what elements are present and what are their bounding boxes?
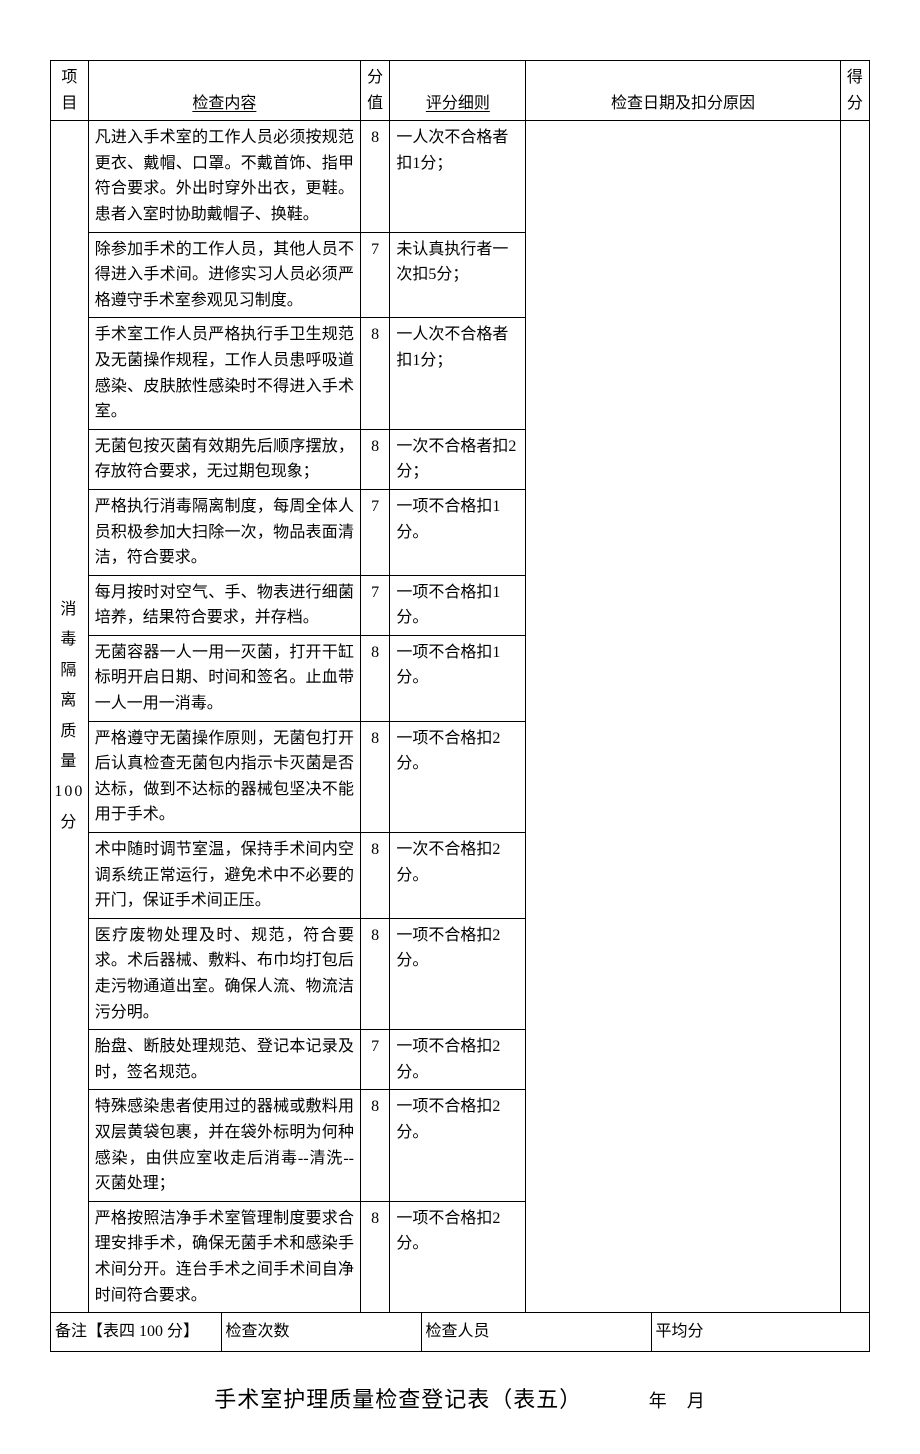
content-cell: 除参加手术的工作人员，其他人员不得进入手术间。进修实习人员必须严格遵守手术室参观… [88,232,360,318]
score-cell: 8 [361,121,390,232]
actual-score-cell [840,121,869,1313]
header-date-reason: 检查日期及扣分原因 [526,61,840,121]
project-label: 消毒隔离质量100分 [51,121,89,1313]
table-header-row: 项目 检查内容 分值 评分细则 检查日期及扣分原因 得分 [51,61,870,121]
content-cell: 医疗废物处理及时、规范，符合要求。术后器械、敷料、布巾均打包后走污物通道出室。确… [88,918,360,1029]
content-cell: 特殊感染患者使用过的器械或敷料用双层黄袋包裹，并在袋外标明为何种感染，由供应室收… [88,1090,360,1201]
score-cell: 7 [361,1030,390,1090]
content-cell: 无菌容器一人一用一灭菌，打开干缸标明开启日期、时间和签名。止血带一人一用一消毒。 [88,635,360,721]
rule-cell: 一次不合格者扣2分； [390,429,526,489]
score-cell: 7 [361,232,390,318]
next-table-title-block: 手术室护理质量检查登记表（表五） 年 月 [50,1382,870,1414]
content-cell: 手术室工作人员严格执行手卫生规范及无菌操作规程，工作人员患呼吸道感染、皮肤脓性感… [88,318,360,429]
content-cell: 无菌包按灭菌有效期先后顺序摆放，存放符合要求，无过期包现象； [88,429,360,489]
score-cell: 8 [361,635,390,721]
score-cell: 8 [361,918,390,1029]
content-cell: 严格遵守无菌操作原则，无菌包打开后认真检查无菌包内指示卡灭菌是否达标，做到不达标… [88,721,360,832]
rule-cell: 一项不合格扣1分。 [390,489,526,575]
score-cell: 8 [361,1090,390,1201]
rule-cell: 一项不合格扣2分。 [390,1030,526,1090]
rule-cell: 一人次不合格者扣1分； [390,121,526,232]
score-cell: 8 [361,429,390,489]
content-cell: 胎盘、断肢处理规范、登记本记录及时，签名规范。 [88,1030,360,1090]
content-cell: 术中随时调节室温，保持手术间内空调系统正常运行，避免术中不必要的开门，保证手术间… [88,833,360,919]
next-table-title: 手术室护理质量检查登记表（表五） [214,1382,582,1414]
score-cell: 7 [361,575,390,635]
content-cell: 严格执行消毒隔离制度，每周全体人员积极参加大扫除一次，物品表面清洁，符合要求。 [88,489,360,575]
rule-cell: 一项不合格扣2分。 [390,1090,526,1201]
inspection-table: 项目 检查内容 分值 评分细则 检查日期及扣分原因 得分 消毒隔离质量100分 … [50,60,870,1352]
score-cell: 8 [361,318,390,429]
rule-cell: 一项不合格扣2分。 [390,918,526,1029]
footer-avg: 平均分 [651,1313,869,1351]
score-cell: 8 [361,833,390,919]
header-score: 分值 [361,61,390,121]
table-row: 消毒隔离质量100分 凡进入手术室的工作人员必须按规范更衣、戴帽、口罩。不戴首饰… [51,121,870,232]
header-content: 检查内容 [88,61,360,121]
next-table-date: 年 月 [649,1387,706,1413]
header-project: 项目 [51,61,89,121]
score-cell: 7 [361,489,390,575]
date-reason-cell [526,121,840,1313]
rule-cell: 一项不合格扣1分。 [390,635,526,721]
rule-cell: 一人次不合格者扣1分； [390,318,526,429]
footer-check-count: 检查次数 [221,1313,421,1351]
footer-note: 备注【表四 100 分】 [51,1313,221,1351]
rule-cell: 一项不合格扣1分。 [390,575,526,635]
header-rule: 评分细则 [390,61,526,121]
header-actual: 得分 [840,61,869,121]
footer-checker: 检查人员 [421,1313,651,1351]
content-cell: 每月按时对空气、手、物表进行细菌培养，结果符合要求，并存档。 [88,575,360,635]
rule-cell: 一次不合格扣2分。 [390,833,526,919]
content-cell: 凡进入手术室的工作人员必须按规范更衣、戴帽、口罩。不戴首饰、指甲符合要求。外出时… [88,121,360,232]
score-cell: 8 [361,1201,390,1312]
rule-cell: 一项不合格扣2分。 [390,721,526,832]
rule-cell: 未认真执行者一次扣5分； [390,232,526,318]
content-cell: 严格按照洁净手术室管理制度要求合理安排手术，确保无菌手术和感染手术间分开。连台手… [88,1201,360,1312]
footer-row: 备注【表四 100 分】 检查次数 检查人员 平均分 [51,1313,870,1352]
rule-cell: 一项不合格扣2分。 [390,1201,526,1312]
score-cell: 8 [361,721,390,832]
